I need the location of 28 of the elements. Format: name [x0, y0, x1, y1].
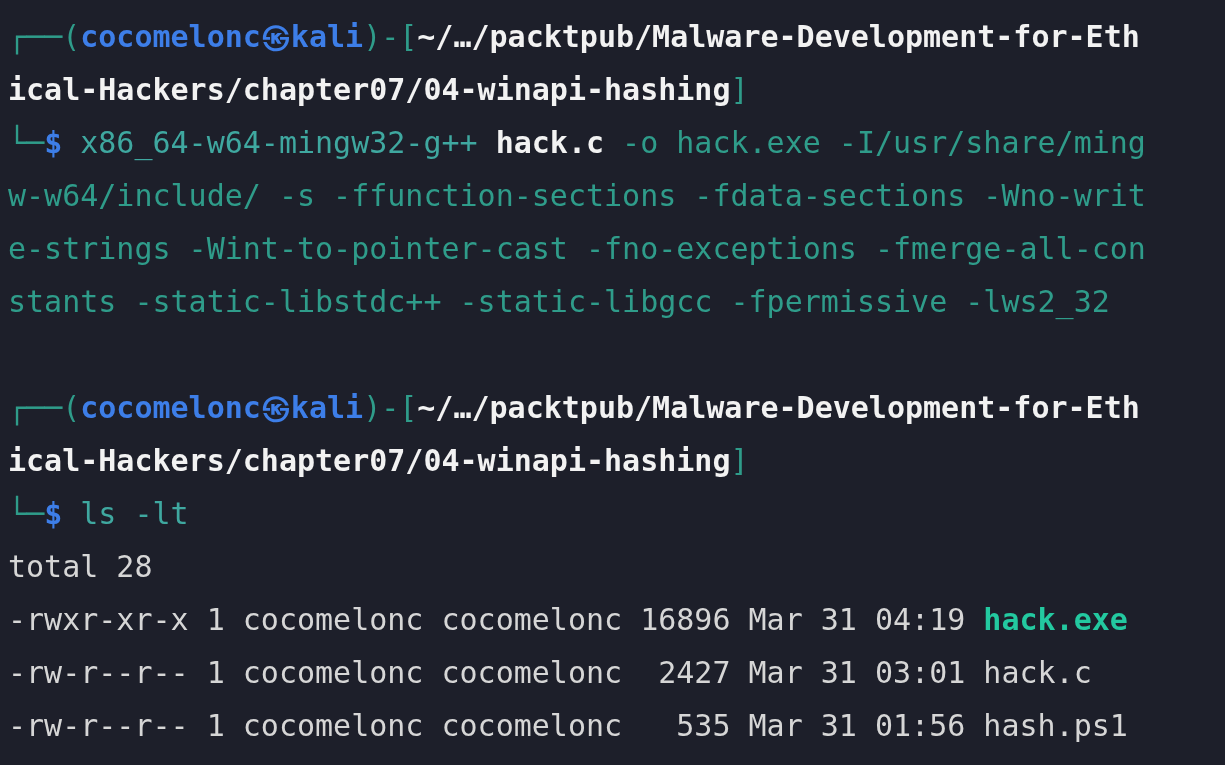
argument-text: -o hack.exe -I/usr/share/ming	[621, 124, 1146, 162]
path-text: ical-Hackers/chapter07/04-winapi-hashing	[8, 71, 731, 109]
output-text: total 28	[8, 548, 153, 586]
prompt-frame: )-[	[363, 381, 418, 434]
prompt-symbol: $	[44, 496, 63, 533]
command-text: ls -lt	[79, 495, 189, 533]
prompt-frame: ┌──(	[8, 381, 81, 434]
prompt-frame: ┌──(	[8, 10, 81, 63]
prompt-frame: └─	[8, 487, 45, 540]
prompt-frame: )-[	[363, 10, 418, 63]
path-text: ~/…/packtpub/Malware-Development-for-Eth	[417, 389, 1140, 427]
argument-text: stants -static-libstdc++ -static-libgcc -fpermissive -lws2_32	[8, 283, 1110, 322]
argument-text: w-w64/include/ -s -ffunction-sections -fdata-sections -Wno-writ	[8, 177, 1146, 215]
executable-name: hack.exe	[982, 601, 1128, 639]
path-text: ical-Hackers/chapter07/04-winapi-hashing	[8, 442, 731, 480]
argument-text: e-strings -Wint-to-pointer-cast -fno-exceptions -fmerge-all-con	[8, 230, 1146, 268]
prompt-frame: ]	[730, 63, 749, 116]
output-text: -rwxr-xr-x 1 cocomelonc cocomelonc 16896 Mar 31 04:19	[8, 601, 966, 639]
prompt-frame: ]	[730, 434, 749, 487]
prompt-symbol: $	[44, 125, 63, 162]
output-text: -rw-r--r-- 1 cocomelonc cocomelonc 535 Mar 31 01:56 hash.ps1	[8, 707, 1128, 745]
path-text: ~/…/packtpub/Malware-Development-for-Eth	[417, 18, 1140, 56]
command-text: x86_64-w64-mingw32-g++	[79, 124, 478, 163]
user-host: cocomelonc㉿kali	[80, 18, 364, 56]
file-name: hack.c	[494, 124, 605, 162]
prompt-frame: └─	[8, 116, 45, 169]
user-host: cocomelonc㉿kali	[80, 389, 364, 427]
output-text: -rw-r--r-- 1 cocomelonc cocomelonc 2427 Mar 31 03:01 hack.c	[8, 654, 1092, 692]
